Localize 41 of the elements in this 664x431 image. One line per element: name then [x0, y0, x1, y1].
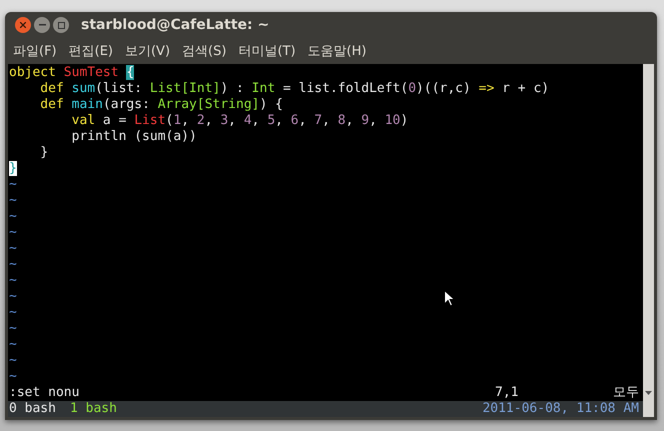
command-line: :set nonu [9, 385, 80, 401]
empty-line-marker: ~ [8, 193, 17, 209]
code-line: val a = List(1, 2, 3, 4, 5, 6, 7, 8, 9, 10) [70, 113, 410, 129]
empty-line-marker: ~ [8, 225, 17, 241]
mouse-pointer-icon [444, 290, 455, 307]
close-icon [20, 22, 26, 28]
code-line: } [39, 145, 50, 161]
menu-item[interactable]: 도움말(H) [308, 42, 366, 60]
tmux-window-tab[interactable]: 1 bash [70, 401, 117, 417]
empty-line-marker: ~ [8, 177, 17, 193]
empty-line-marker: ~ [8, 257, 17, 273]
minimize-icon [38, 24, 46, 26]
empty-line-marker: ~ [8, 321, 17, 337]
empty-line-marker: ~ [8, 289, 17, 305]
menu-item[interactable]: 편집(E) [68, 42, 113, 60]
menu-item[interactable]: 터미널(T) [238, 42, 296, 60]
scroll-indicator: 모두 [612, 385, 640, 401]
window-title: starblood@CafeLatte: ~ [81, 17, 270, 34]
code-line: def main(args: Array[String]) { [39, 97, 284, 113]
minimize-button[interactable] [34, 17, 50, 34]
scrollbar[interactable] [643, 64, 654, 417]
cursor-position: 7,1 [495, 385, 520, 401]
clock: 2011-06-08, 11:08 AM [482, 401, 640, 417]
code-line: object SumTest { [8, 65, 136, 81]
maximize-button[interactable] [53, 17, 69, 34]
empty-line-marker: ~ [8, 337, 17, 353]
code-line: println (sum(a)) [70, 129, 198, 145]
scroll-down-arrow-icon [645, 391, 652, 395]
empty-line-marker: ~ [8, 353, 17, 369]
empty-line-marker: ~ [8, 209, 17, 225]
menu-item[interactable]: 보기(V) [124, 42, 170, 60]
tmux-window-tab[interactable]: 0 bash [9, 401, 56, 417]
empty-line-marker: ~ [8, 369, 17, 385]
close-button[interactable] [15, 17, 31, 34]
maximize-icon [58, 22, 64, 29]
menu-item[interactable]: 파일(F) [13, 42, 57, 60]
empty-line-marker: ~ [8, 273, 17, 289]
empty-line-marker: ~ [8, 241, 17, 257]
code-line: def sum(list: List[Int]) : Int = list.foldLeft(0)((r,c) => r + c) [39, 81, 550, 97]
empty-line-marker: ~ [8, 305, 17, 321]
menu-item[interactable]: 검색(S) [182, 42, 226, 60]
